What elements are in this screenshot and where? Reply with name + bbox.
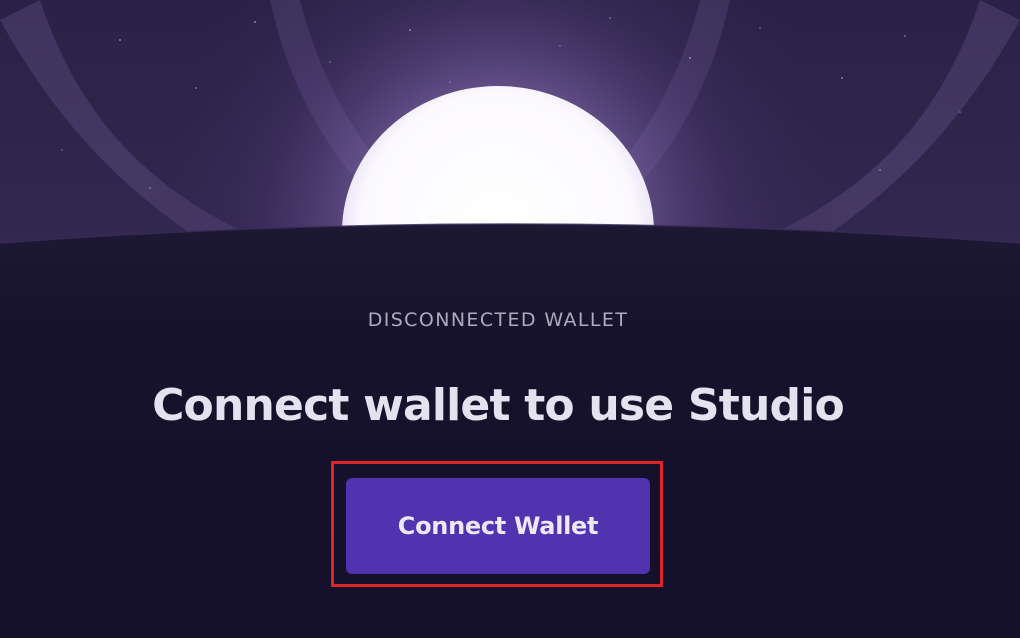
connect-wallet-button[interactable]: Connect Wallet	[346, 478, 650, 574]
wallet-status-label: DISCONNECTED WALLET	[367, 309, 629, 331]
page-title: Connect wallet to use Studio	[152, 380, 845, 431]
disconnected-wallet-screen: DISCONNECTED WALLET Connect wallet to us…	[0, 0, 1020, 638]
